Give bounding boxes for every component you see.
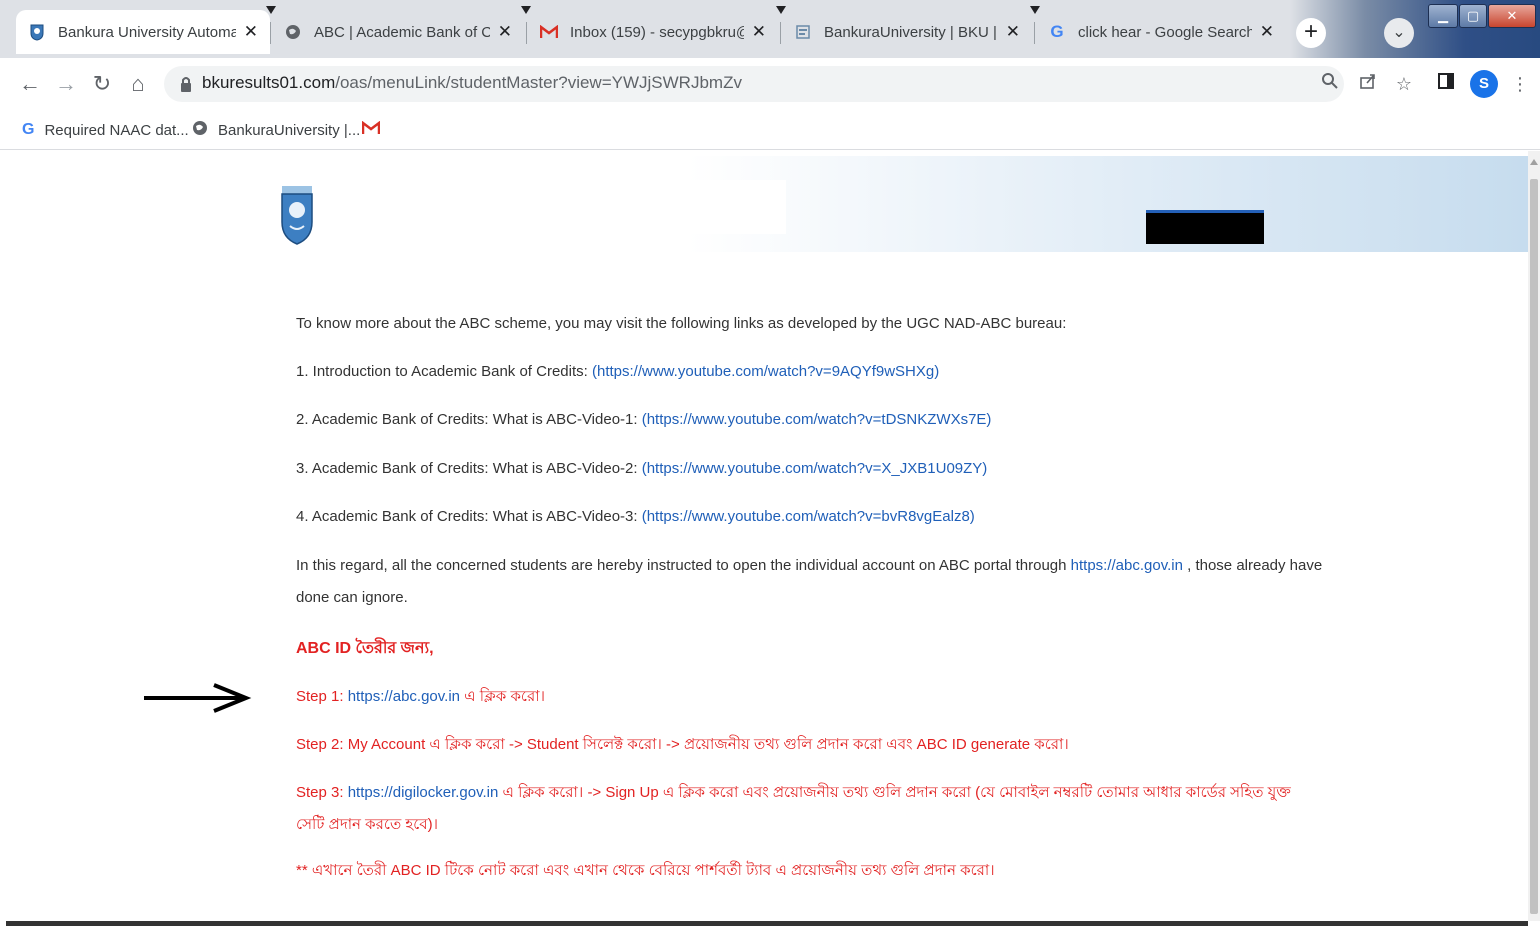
close-tab-icon[interactable]: ✕ [244,22,258,42]
bookmark-label: Required NAAC dat... [44,121,189,139]
instruction-text-end: , those already have [1182,557,1323,574]
profile-avatar[interactable]: S [1470,70,1498,98]
step-label: Step 1: [296,688,348,705]
reload-button[interactable]: ↻ [88,70,116,98]
side-panel-icon[interactable] [1434,72,1458,96]
link-item-2: 2. Academic Bank of Credits: What is ABC… [296,411,991,428]
tab-title: BankuraUniversity | BKU | Wel [824,23,998,41]
site-icon [794,23,812,41]
link-item-label: 4. Academic Bank of Credits: What is ABC… [296,508,642,525]
step-text: এ ক্লিক করো। [460,688,545,705]
link-item-label: 1. Introduction to Academic Bank of Cred… [296,363,592,380]
abc-portal-link[interactable]: https://abc.gov.in [348,688,460,705]
step-label: Step 3: [296,784,348,801]
link-item-label: 3. Academic Bank of Credits: What is ABC… [296,460,642,477]
step-1: Step 1: https://abc.gov.in এ ক্লিক করো। [296,685,545,710]
instruction-paragraph: In this regard, all the concerned studen… [296,557,1322,574]
new-tab-button[interactable]: + [1296,18,1326,48]
note-text: ** এখানে তৈরী ABC ID টিকে নোট করো এবং এখ… [296,862,995,879]
tab-abc[interactable]: ABC | Academic Bank of Credi ✕ [272,10,524,54]
bookmark-gmail[interactable] [361,118,390,142]
site-header-banner [0,156,1528,252]
close-tab-icon[interactable]: ✕ [498,22,512,42]
browser-toolbar: ← → ↻ ⌂ bkuresults01.com/oas/menuLink/st… [0,58,1540,110]
bookmark-bankura-university[interactable]: BankuraUniversity |... [192,118,360,142]
gmail-icon [361,120,381,140]
close-tab-icon[interactable]: ✕ [752,22,766,42]
step-text: এ ক্লিক করো। -> Sign Up এ ক্লিক করো এবং … [498,784,1291,801]
share-icon[interactable] [1356,72,1380,96]
instruction-paragraph-line2: done can ignore. [296,589,408,606]
youtube-link[interactable]: (https://www.youtube.com/watch?v=tDSNKZW… [642,411,992,428]
zoom-icon[interactable] [1318,72,1342,96]
close-window-button[interactable]: ✕ [1488,4,1536,28]
tab-search-button[interactable]: ⌄ [1384,18,1414,48]
tab-title: click hear - Google Search [1078,23,1252,41]
bookmarks-bar: G Required NAAC dat... BankuraUniversity… [0,110,1540,150]
google-icon: G [1050,22,1064,41]
tab-separator [1034,22,1035,44]
close-tab-icon[interactable]: ✕ [1006,22,1020,42]
lock-icon [181,77,191,92]
youtube-link[interactable]: (https://www.youtube.com/watch?v=bvR8vgE… [642,508,975,525]
gmail-icon [540,23,558,41]
tab-separator [526,22,527,44]
arrow-right-icon [144,683,252,713]
link-item-3: 3. Academic Bank of Credits: What is ABC… [296,460,987,477]
screen-bottom-edge [6,921,1528,926]
scrollbar-thumb[interactable] [1530,179,1538,914]
bengali-heading: ABC ID তৈরীর জন্য, [296,640,434,657]
bookmark-star-icon[interactable]: ☆ [1392,72,1416,96]
globe-icon [284,23,302,41]
step-3-line2: সেটি প্রদান করতে হবে)। [296,816,438,833]
university-logo [281,186,313,245]
step-3: Step 3: https://digilocker.gov.in এ ক্লি… [296,781,1291,806]
scroll-up-icon[interactable] [1530,159,1538,165]
tab-bankura-university[interactable]: BankuraUniversity | BKU | Wel ✕ [782,10,1032,54]
back-button[interactable]: ← [16,70,44,98]
youtube-link[interactable]: (https://www.youtube.com/watch?v=X_JXB1U… [642,460,988,477]
university-crest-icon [28,23,46,41]
link-item-label: 2. Academic Bank of Credits: What is ABC… [296,411,642,428]
youtube-link[interactable]: (https://www.youtube.com/watch?v=9AQYf9w… [592,363,939,380]
globe-icon [192,120,208,141]
tab-title: Inbox (159) - secypgbkru@gm [570,23,744,41]
close-tab-icon[interactable]: ✕ [1260,22,1274,42]
step-2: Step 2: My Account এ ক্লিক করো -> Studen… [296,736,1069,753]
bookmark-naac[interactable]: G Required NAAC dat... [22,118,189,142]
link-item-4: 4. Academic Bank of Credits: What is ABC… [296,508,975,525]
tab-title: Bankura University Automatio [58,23,236,41]
redacted-block [1146,210,1264,244]
tab-bankura-automation[interactable]: Bankura University Automatio ✕ [16,10,270,54]
url-domain: bkuresults01.com [202,73,336,92]
tab-title: ABC | Academic Bank of Credi [314,23,490,41]
vertical-scrollbar[interactable] [1528,151,1540,921]
tab-google-search[interactable]: G click hear - Google Search ✕ [1036,10,1286,54]
forward-button[interactable]: → [52,70,80,98]
maximize-button[interactable]: ▢ [1459,4,1487,28]
minimize-button[interactable]: ▁ [1428,4,1458,28]
url-text: bkuresults01.com/oas/menuLink/studentMas… [202,73,742,93]
url-path: /oas/menuLink/studentMaster?view=YWJjSWR… [335,73,742,92]
abc-portal-link[interactable]: https://abc.gov.in [1071,557,1183,574]
web-page: To know more about the ABC scheme, you m… [0,151,1528,921]
menu-kebab-icon[interactable]: ⋮ [1508,72,1532,96]
link-item-1: 1. Introduction to Academic Bank of Cred… [296,363,939,380]
tab-separator [780,22,781,44]
home-button[interactable]: ⌂ [124,70,152,98]
address-bar[interactable]: bkuresults01.com/oas/menuLink/studentMas… [164,66,1344,102]
header-title-area [540,180,786,234]
digilocker-link[interactable]: https://digilocker.gov.in [348,784,499,801]
instruction-text: In this regard, all the concerned studen… [296,557,1071,574]
google-icon: G [22,121,35,138]
intro-text: To know more about the ABC scheme, you m… [296,315,1067,332]
tab-separator [270,22,271,44]
tab-strip: Bankura University Automatio ✕ ABC | Aca… [0,0,1540,58]
bookmark-label: BankuraUniversity |... [218,121,361,139]
tab-gmail-inbox[interactable]: Inbox (159) - secypgbkru@gm ✕ [528,10,778,54]
